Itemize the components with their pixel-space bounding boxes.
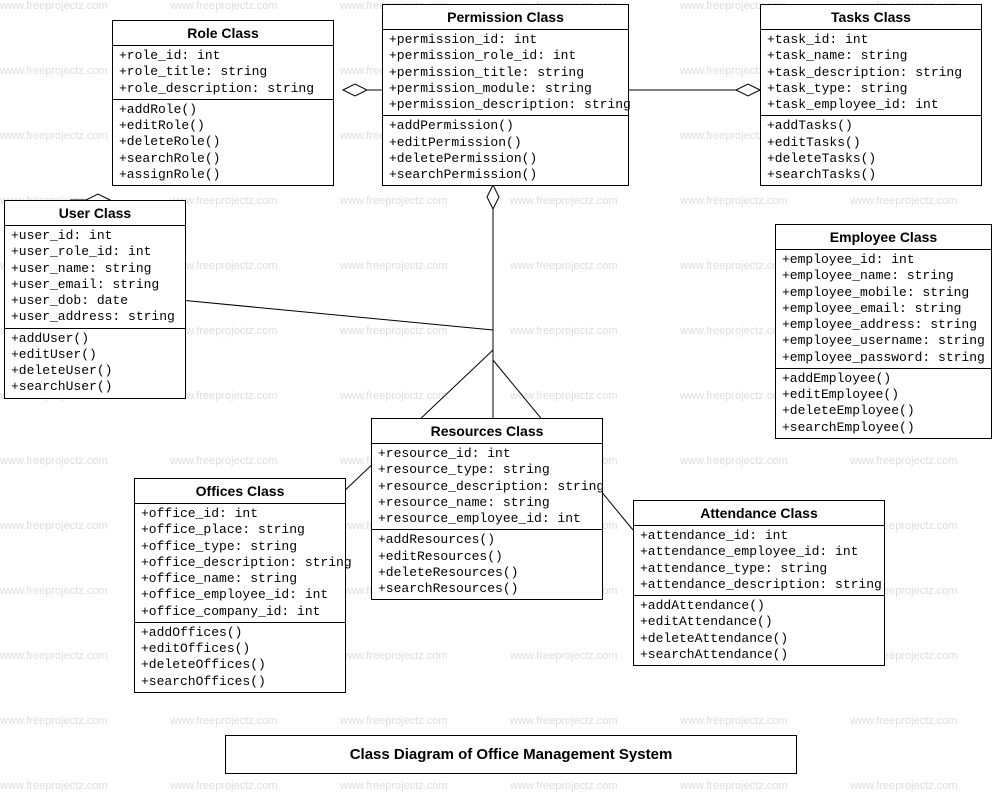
method-section: +addRole() +editRole() +deleteRole() +se… [113, 100, 333, 185]
method-section: +addPermission() +editPermission() +dele… [383, 116, 628, 185]
diagram-title: Class Diagram of Office Management Syste… [225, 735, 797, 774]
method-section: +addTasks() +editTasks() +deleteTasks() … [761, 116, 981, 185]
class-title: Resources Class [372, 419, 602, 444]
method-section: +addEmployee() +editEmployee() +deleteEm… [776, 369, 991, 438]
class-title: Tasks Class [761, 5, 981, 30]
class-permission: Permission Class +permission_id: int +pe… [382, 4, 629, 186]
attr-section: +employee_id: int +employee_name: string… [776, 250, 991, 369]
class-title: Employee Class [776, 225, 991, 250]
attr-section: +attendance_id: int +attendance_employee… [634, 526, 884, 596]
class-employee: Employee Class +employee_id: int +employ… [775, 224, 992, 439]
attr-section: +task_id: int +task_name: string +task_d… [761, 30, 981, 116]
class-title: Role Class [113, 21, 333, 46]
class-resources: Resources Class +resource_id: int +resou… [371, 418, 603, 600]
attr-section: +role_id: int +role_title: string +role_… [113, 46, 333, 100]
method-section: +addResources() +editResources() +delete… [372, 530, 602, 599]
method-section: +addUser() +editUser() +deleteUser() +se… [5, 329, 185, 398]
class-title: Attendance Class [634, 501, 884, 526]
class-title: Permission Class [383, 5, 628, 30]
class-offices: Offices Class +office_id: int +office_pl… [134, 478, 346, 693]
attr-section: +resource_id: int +resource_type: string… [372, 444, 602, 530]
class-attendance: Attendance Class +attendance_id: int +at… [633, 500, 885, 666]
class-tasks: Tasks Class +task_id: int +task_name: st… [760, 4, 982, 186]
class-user: User Class +user_id: int +user_role_id: … [4, 200, 186, 399]
method-section: +addOffices() +editOffices() +deleteOffi… [135, 623, 345, 692]
attr-section: +office_id: int +office_place: string +o… [135, 504, 345, 623]
attr-section: +permission_id: int +permission_role_id:… [383, 30, 628, 116]
class-role: Role Class +role_id: int +role_title: st… [112, 20, 334, 186]
class-title: Offices Class [135, 479, 345, 504]
attr-section: +user_id: int +user_role_id: int +user_n… [5, 226, 185, 329]
method-section: +addAttendance() +editAttendance() +dele… [634, 596, 884, 665]
class-title: User Class [5, 201, 185, 226]
